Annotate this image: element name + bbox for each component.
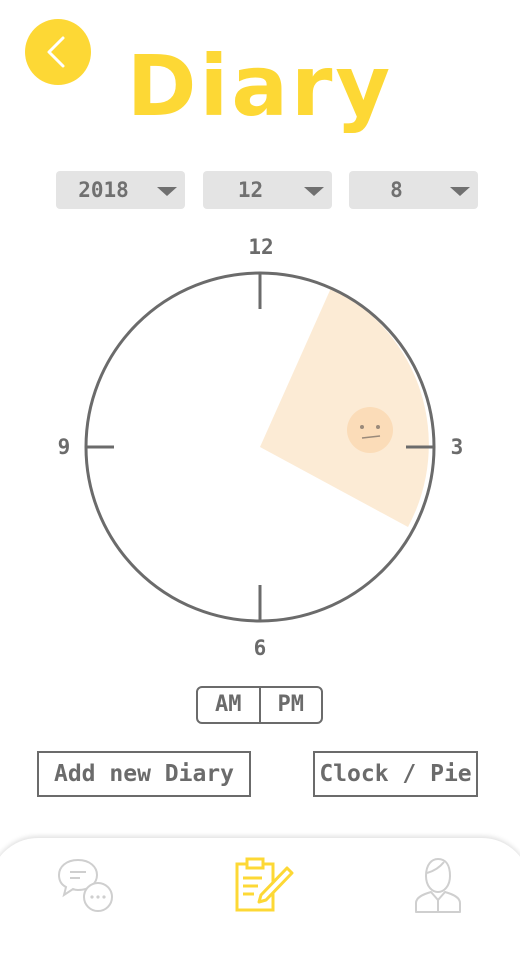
caret-down-icon: [304, 187, 324, 196]
day-value: 8: [390, 178, 403, 202]
clock-face[interactable]: 12 3 6 9: [0, 225, 520, 665]
neutral-face-icon[interactable]: [347, 407, 393, 453]
page-title: Diary: [126, 37, 394, 135]
label-12: 12: [248, 235, 273, 259]
label-9: 9: [58, 435, 71, 459]
diary-slice[interactable]: [260, 288, 429, 527]
label-3: 3: [451, 435, 464, 459]
year-value: 2018: [78, 178, 129, 202]
pm-option[interactable]: PM: [258, 688, 322, 722]
diary-edit-icon[interactable]: [232, 856, 294, 916]
am-option[interactable]: AM: [198, 688, 259, 722]
clock-pie-toggle-button[interactable]: Clock / Pie: [313, 751, 478, 797]
year-select[interactable]: 2018: [56, 171, 185, 209]
month-value: 12: [237, 178, 264, 202]
profile-icon[interactable]: [412, 856, 464, 916]
am-pm-toggle[interactable]: AM PM: [196, 686, 323, 724]
day-select[interactable]: 8: [349, 171, 478, 209]
add-diary-button[interactable]: Add new Diary: [37, 751, 251, 797]
caret-down-icon: [157, 187, 177, 196]
chat-icon[interactable]: [56, 856, 116, 916]
label-6: 6: [254, 636, 267, 660]
month-select[interactable]: 12: [203, 171, 332, 209]
caret-down-icon: [450, 187, 470, 196]
